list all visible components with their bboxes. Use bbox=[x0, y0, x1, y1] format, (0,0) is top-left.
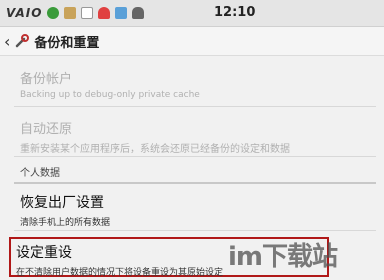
item-subtitle: 清除手机上的所有数据 bbox=[20, 218, 111, 228]
chevron-left-icon[interactable]: ‹ bbox=[4, 32, 10, 51]
item-title: 自动还原 bbox=[20, 122, 73, 137]
usb-icon bbox=[115, 7, 128, 19]
divider bbox=[14, 230, 376, 231]
factory-reset-item[interactable]: 恢复出厂设置 清除手机上的所有数据 bbox=[20, 192, 370, 228]
action-bar: ‹ 备份和重置 bbox=[0, 27, 384, 56]
android-icon bbox=[132, 7, 145, 19]
section-header: 个人数据 bbox=[20, 168, 60, 179]
text-icon bbox=[81, 7, 94, 19]
brand-logo: VAIO bbox=[6, 6, 43, 20]
item-subtitle: Backing up to debug-only private cache bbox=[20, 90, 200, 100]
item-title: 恢复出厂设置 bbox=[20, 195, 104, 211]
section-divider bbox=[14, 182, 376, 184]
status-bar: VAIO 12:10 bbox=[0, 0, 384, 27]
image-icon bbox=[64, 7, 77, 19]
auto-restore-item: 自动还原 重新安装某个应用程序后，系统会还原已经备份的设定和数据 bbox=[20, 118, 370, 155]
divider bbox=[14, 106, 376, 107]
item-title: 备份帐户 bbox=[20, 72, 73, 87]
item-subtitle: 重新安装某个应用程序后，系统会还原已经备份的设定和数据 bbox=[20, 144, 290, 155]
settings-wrench-icon bbox=[16, 34, 30, 48]
bell-icon bbox=[98, 7, 111, 19]
green-circle-icon bbox=[47, 7, 60, 19]
backup-account-item: 备份帐户 Backing up to debug-only private ca… bbox=[20, 68, 370, 100]
clock: 12:10 bbox=[214, 5, 256, 20]
divider bbox=[14, 156, 376, 157]
watermark: im下载站 bbox=[228, 242, 338, 272]
page-title: 备份和重置 bbox=[34, 35, 100, 51]
